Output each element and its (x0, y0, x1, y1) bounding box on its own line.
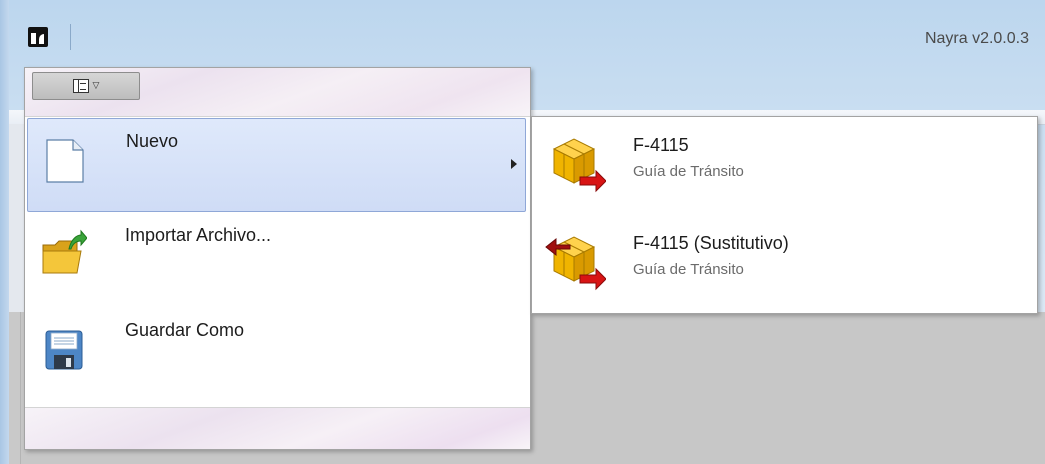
app-logo-icon[interactable] (28, 27, 48, 47)
submenu-item-f4115[interactable]: F-4115 Guía de Tránsito (532, 123, 1037, 219)
application-menu: ▽ Nuevo Importar Archivo... Guardar Como (24, 67, 531, 450)
titlebar-divider (70, 24, 71, 50)
menu-header: ▽ (25, 68, 530, 117)
menu-item-label: Nuevo (126, 131, 179, 151)
floppy-disk-icon (45, 330, 83, 370)
nuevo-submenu: F-4115 Guía de Tránsito F-4115 (Sustitut… (531, 116, 1038, 314)
menu-toggle-icon (72, 79, 89, 93)
submenu-item-title: F-4115 (Sustitutivo) (633, 233, 789, 253)
menu-item-importar-archivo[interactable]: Importar Archivo... (27, 213, 524, 305)
new-document-icon (46, 139, 84, 183)
submenu-item-description: Guía de Tránsito (633, 163, 744, 180)
menu-toggle-button[interactable]: ▽ (32, 72, 140, 100)
menu-item-guardar-como[interactable]: Guardar Como (27, 308, 524, 400)
submenu-arrow-icon (511, 159, 517, 169)
submenu-item-title: F-4115 (633, 135, 689, 155)
window-border (0, 0, 9, 464)
app-window: Nayra v2.0.0.3 ▽ Nuevo Importar Archivo.… (0, 0, 1045, 464)
package-out-icon (552, 138, 606, 193)
menu-item-label: Guardar Como (125, 320, 245, 340)
submenu-item-f4115-sustitutivo[interactable]: F-4115 (Sustitutivo) Guía de Tránsito (532, 221, 1037, 317)
submenu-item-description: Guía de Tránsito (633, 261, 744, 278)
menu-item-nuevo[interactable]: Nuevo (27, 118, 526, 212)
chevron-down-icon: ▽ (92, 80, 100, 91)
package-swap-icon (545, 236, 606, 291)
app-version: Nayra v2.0.0.3 (924, 30, 1029, 47)
menu-footer (25, 407, 530, 449)
import-folder-icon (42, 229, 87, 274)
menu-item-label: Importar Archivo... (125, 225, 272, 245)
